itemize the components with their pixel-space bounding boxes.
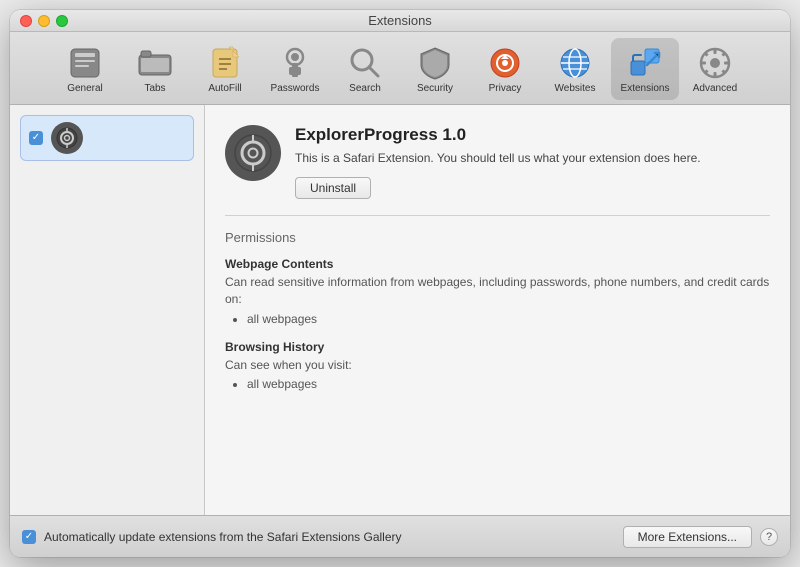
websites-icon [557, 45, 593, 81]
advanced-label: Advanced [693, 83, 737, 94]
extension-info: ExplorerProgress 1.0 This is a Safari Ex… [295, 125, 701, 199]
webpage-contents-list: all webpages [225, 312, 770, 326]
extension-header: ExplorerProgress 1.0 This is a Safari Ex… [225, 125, 770, 199]
auto-update-checkbox[interactable]: ✓ [22, 530, 36, 544]
footer-checkmark-icon: ✓ [25, 531, 33, 542]
extension-description: This is a Safari Extension. You should t… [295, 149, 701, 167]
autofill-icon [207, 45, 243, 81]
autofill-label: AutoFill [208, 83, 241, 94]
general-icon [67, 45, 103, 81]
toolbar-item-advanced[interactable]: Advanced [681, 38, 749, 100]
toolbar-item-passwords[interactable]: Passwords [261, 38, 329, 100]
footer: ✓ Automatically update extensions from t… [10, 515, 790, 557]
toolbar-item-autofill[interactable]: AutoFill [191, 38, 259, 100]
detail-panel: ExplorerProgress 1.0 This is a Safari Ex… [205, 105, 790, 515]
extension-list-item[interactable]: ✓ [20, 115, 194, 161]
security-icon [417, 45, 453, 81]
toolbar-item-security[interactable]: Security [401, 38, 469, 100]
extensions-label: Extensions [621, 83, 670, 94]
main-window: Extensions General [10, 10, 790, 557]
titlebar: Extensions [10, 10, 790, 32]
tabs-label: Tabs [144, 83, 165, 94]
extensions-icon [627, 45, 663, 81]
close-button[interactable] [20, 15, 32, 27]
tabs-icon [137, 45, 173, 81]
toolbar-item-privacy[interactable]: Privacy [471, 38, 539, 100]
browsing-history-section: Browsing History Can see when you visit:… [225, 340, 770, 392]
list-item: all webpages [247, 312, 770, 326]
toolbar-item-extensions[interactable]: Extensions [611, 38, 679, 100]
window-controls [20, 15, 68, 27]
search-label: Search [349, 83, 381, 94]
toolbar-item-tabs[interactable]: Tabs [121, 38, 189, 100]
privacy-label: Privacy [489, 83, 522, 94]
webpage-contents-title: Webpage Contents [225, 257, 770, 271]
auto-update-label: Automatically update extensions from the… [44, 530, 402, 544]
extension-small-icon [51, 122, 83, 154]
webpage-contents-description: Can read sensitive information from webp… [225, 274, 770, 308]
sidebar: ✓ [10, 105, 205, 515]
security-label: Security [417, 83, 453, 94]
uninstall-button[interactable]: Uninstall [295, 177, 371, 199]
list-item: all webpages [247, 377, 770, 391]
passwords-icon [277, 45, 313, 81]
toolbar: General Tabs [10, 32, 790, 105]
permissions-title: Permissions [225, 230, 770, 245]
maximize-button[interactable] [56, 15, 68, 27]
websites-label: Websites [555, 83, 596, 94]
webpage-contents-section: Webpage Contents Can read sensitive info… [225, 257, 770, 326]
section-divider [225, 215, 770, 216]
minimize-button[interactable] [38, 15, 50, 27]
main-content: ✓ [10, 105, 790, 515]
window-title: Extensions [368, 13, 432, 28]
passwords-label: Passwords [271, 83, 320, 94]
extension-name: ExplorerProgress 1.0 [295, 125, 701, 145]
search-icon [347, 45, 383, 81]
checkmark-icon: ✓ [32, 133, 40, 143]
help-button[interactable]: ? [760, 528, 778, 546]
footer-left: ✓ Automatically update extensions from t… [22, 530, 402, 544]
advanced-icon [697, 45, 733, 81]
general-label: General [67, 83, 103, 94]
browsing-history-list: all webpages [225, 377, 770, 391]
extension-checkbox[interactable]: ✓ [29, 131, 43, 145]
privacy-icon [487, 45, 523, 81]
browsing-history-description: Can see when you visit: [225, 357, 770, 374]
more-extensions-button[interactable]: More Extensions... [623, 526, 752, 548]
toolbar-item-websites[interactable]: Websites [541, 38, 609, 100]
extension-large-icon [225, 125, 281, 181]
toolbar-item-search[interactable]: Search [331, 38, 399, 100]
toolbar-item-general[interactable]: General [51, 38, 119, 100]
browsing-history-title: Browsing History [225, 340, 770, 354]
footer-right: More Extensions... ? [623, 526, 778, 548]
